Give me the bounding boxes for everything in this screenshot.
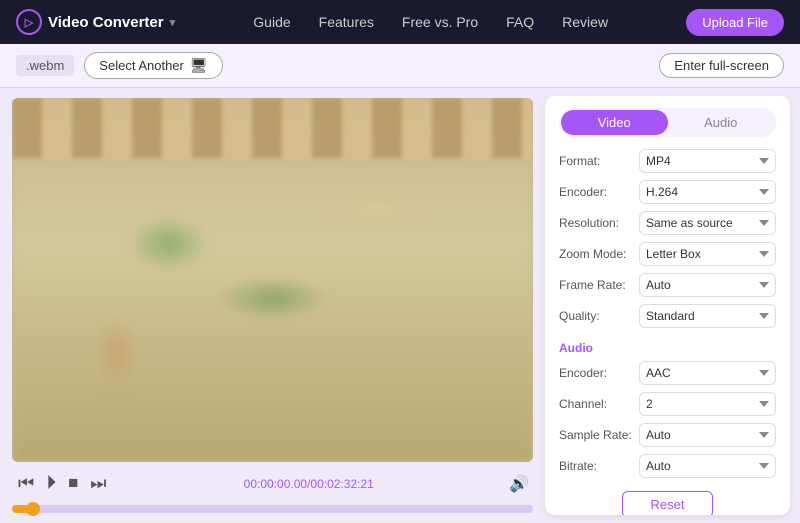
progress-fill — [12, 505, 33, 513]
channel-label: Channel: — [559, 397, 639, 411]
video-preview — [12, 98, 533, 462]
resolution-select[interactable]: Same as source — [639, 211, 776, 235]
monitor-icon: 🖥 — [190, 57, 208, 74]
samplerate-row: Sample Rate: Auto — [559, 423, 776, 447]
fullscreen-button[interactable]: Enter full-screen — [659, 53, 784, 78]
resolution-row: Resolution: Same as source — [559, 211, 776, 235]
encoder-video-select[interactable]: H.264 — [639, 180, 776, 204]
format-label: Format: — [559, 154, 639, 168]
nav-free-pro[interactable]: Free vs. Pro — [402, 14, 478, 30]
reset-button[interactable]: Reset — [622, 491, 714, 515]
stop-button[interactable]: ⏹ — [66, 470, 80, 497]
progress-thumb — [26, 502, 40, 516]
framerate-row: Frame Rate: Auto — [559, 273, 776, 297]
select-another-label: Select Another — [99, 58, 184, 73]
brand-name: Video Converter — [48, 14, 164, 31]
nav-links: Guide Features Free vs. Pro FAQ Review — [207, 14, 654, 30]
tab-video[interactable]: Video — [561, 110, 668, 135]
play-button[interactable]: ⏵ — [44, 470, 58, 497]
video-controls: ⏮ ⏵ ⏹ ⏭ 00:00:00.00/00:02:32:21 🔊 — [12, 470, 533, 497]
encoder-video-label: Encoder: — [559, 185, 639, 199]
encoder-audio-row: Encoder: AAC — [559, 361, 776, 385]
tab-audio[interactable]: Audio — [668, 110, 775, 135]
channel-select[interactable]: 2 — [639, 392, 776, 416]
bitrate-label: Bitrate: — [559, 459, 639, 473]
zoom-select[interactable]: Letter Box — [639, 242, 776, 266]
nav-features[interactable]: Features — [319, 14, 374, 30]
encoder-audio-label: Encoder: — [559, 366, 639, 380]
quality-select[interactable]: Standard — [639, 304, 776, 328]
time-current: 00:00:00.00 — [244, 477, 307, 491]
bitrate-select[interactable]: Auto — [639, 454, 776, 478]
zoom-row: Zoom Mode: Letter Box — [559, 242, 776, 266]
framerate-select[interactable]: Auto — [639, 273, 776, 297]
brand-chevron-icon[interactable]: ▾ — [170, 16, 176, 29]
brand: ▷ Video Converter ▾ — [16, 9, 175, 35]
encoder-video-row: Encoder: H.264 — [559, 180, 776, 204]
samplerate-select[interactable]: Auto — [639, 423, 776, 447]
zoom-label: Zoom Mode: — [559, 247, 639, 261]
upload-file-button[interactable]: Upload File — [686, 9, 784, 36]
time-display: 00:00:00.00/00:02:32:21 — [116, 477, 501, 491]
progress-bar[interactable] — [12, 505, 533, 513]
rewind-button[interactable]: ⏮ — [16, 471, 36, 496]
time-total: 00:02:32:21 — [310, 477, 373, 491]
forward-button[interactable]: ⏭ — [88, 471, 108, 496]
channel-row: Channel: 2 — [559, 392, 776, 416]
subbar: .webm Select Another 🖥 Enter full-screen — [0, 44, 800, 88]
brand-icon: ▷ — [16, 9, 42, 35]
encoder-audio-select[interactable]: AAC — [639, 361, 776, 385]
subbar-left: .webm Select Another 🖥 — [16, 52, 223, 79]
framerate-label: Frame Rate: — [559, 278, 639, 292]
quality-row: Quality: Standard — [559, 304, 776, 328]
format-row: Format: MP4 — [559, 149, 776, 173]
video-arch-decoration — [12, 98, 533, 158]
main-content: ⏮ ⏵ ⏹ ⏭ 00:00:00.00/00:02:32:21 🔊 Video … — [0, 88, 800, 523]
quality-label: Quality: — [559, 309, 639, 323]
resolution-label: Resolution: — [559, 216, 639, 230]
file-name: .webm — [16, 55, 74, 76]
select-another-button[interactable]: Select Another 🖥 — [84, 52, 222, 79]
navbar: ▷ Video Converter ▾ Guide Features Free … — [0, 0, 800, 44]
nav-review[interactable]: Review — [562, 14, 608, 30]
settings-panel: Video Audio Format: MP4 Encoder: H.264 R… — [545, 96, 790, 515]
nav-faq[interactable]: FAQ — [506, 14, 534, 30]
settings-tabs: Video Audio — [559, 108, 776, 137]
nav-guide[interactable]: Guide — [253, 14, 290, 30]
bitrate-row: Bitrate: Auto — [559, 454, 776, 478]
samplerate-label: Sample Rate: — [559, 428, 639, 442]
video-panel: ⏮ ⏵ ⏹ ⏭ 00:00:00.00/00:02:32:21 🔊 — [0, 88, 545, 523]
volume-icon[interactable]: 🔊 — [509, 474, 529, 494]
audio-section-label: Audio — [559, 341, 776, 355]
format-select[interactable]: MP4 — [639, 149, 776, 173]
